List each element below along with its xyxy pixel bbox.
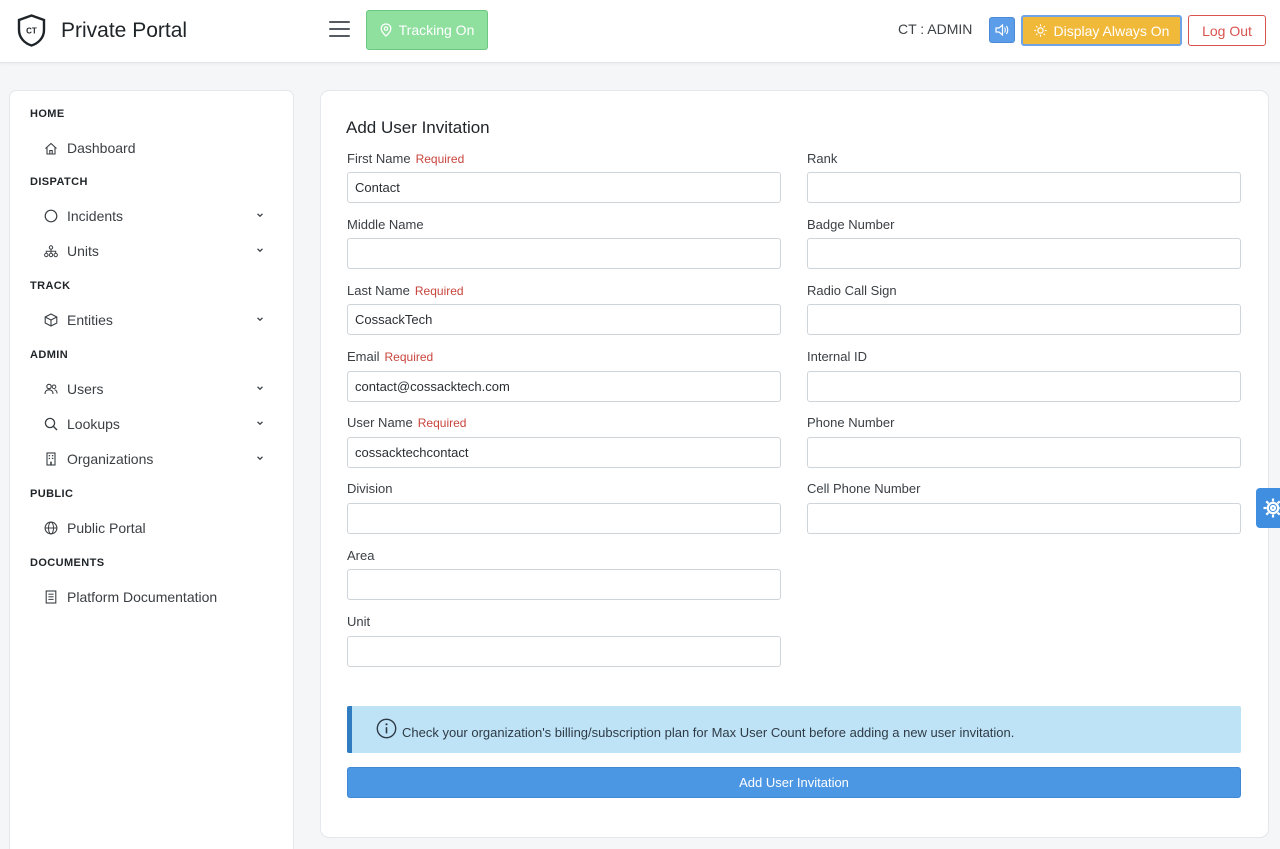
- circle-icon: [43, 208, 59, 224]
- top-header: CT Private Portal Tracking On CT : ADMIN: [0, 0, 1280, 63]
- sidebar-item-label: Organizations: [67, 451, 154, 467]
- location-pin-icon: [380, 23, 392, 37]
- required-indicator: Required: [415, 152, 465, 166]
- menu-icon[interactable]: [329, 21, 350, 39]
- info-icon: [376, 718, 397, 739]
- settings-tab[interactable]: [1256, 488, 1280, 528]
- document-icon: [43, 589, 59, 605]
- sidebar-item-public-portal[interactable]: Public Portal: [43, 516, 265, 540]
- required-indicator: Required: [417, 416, 467, 430]
- chevron-down-icon: [257, 213, 263, 218]
- last-name-label: Last Name Required: [347, 283, 464, 298]
- sidebar-item-platform-documentation[interactable]: Platform Documentation: [43, 585, 265, 609]
- tracking-label: Tracking On: [398, 22, 475, 38]
- chevron-down-icon: [257, 386, 263, 391]
- sound-button[interactable]: [989, 17, 1015, 43]
- gear-icon: [1263, 498, 1280, 518]
- last-name-input[interactable]: [347, 304, 781, 335]
- phone-number-input[interactable]: [807, 437, 1241, 468]
- display-always-on-button[interactable]: Display Always On: [1021, 15, 1182, 46]
- area-input[interactable]: [347, 569, 781, 600]
- sidebar: HOME Dashboard DISPATCH Incidents Units …: [9, 90, 294, 849]
- chevron-down-icon: [257, 456, 263, 461]
- section-title-documents: DOCUMENTS: [30, 557, 105, 569]
- section-title-track: TRACK: [30, 280, 71, 292]
- tracking-button[interactable]: Tracking On: [366, 10, 488, 50]
- sidebar-item-label: Dashboard: [67, 140, 136, 156]
- speaker-icon: [995, 24, 1009, 36]
- box-icon: [43, 312, 59, 328]
- email-label: Email Required: [347, 349, 434, 364]
- cell-phone-number-input[interactable]: [807, 503, 1241, 534]
- internal-id-input[interactable]: [807, 371, 1241, 402]
- section-title-dispatch: DISPATCH: [30, 176, 88, 188]
- section-title-public: PUBLIC: [30, 488, 74, 500]
- info-alert: Check your organization's billing/subscr…: [347, 706, 1241, 753]
- hierarchy-icon: [43, 243, 59, 259]
- sidebar-item-label: Incidents: [67, 208, 124, 224]
- sidebar-item-lookups[interactable]: Lookups: [43, 412, 265, 436]
- sidebar-item-organizations[interactable]: Organizations: [43, 447, 265, 471]
- radio-call-sign-label: Radio Call Sign: [807, 283, 897, 298]
- sidebar-item-users[interactable]: Users: [43, 377, 265, 401]
- building-icon: [43, 451, 59, 467]
- users-icon: [43, 381, 59, 397]
- badge-number-label: Badge Number: [807, 217, 895, 232]
- division-label: Division: [347, 481, 393, 496]
- area-label: Area: [347, 548, 375, 563]
- shield-logo-icon[interactable]: CT: [17, 14, 46, 47]
- user-name-input[interactable]: [347, 437, 781, 468]
- unit-input[interactable]: [347, 636, 781, 667]
- sidebar-item-incidents[interactable]: Incidents: [43, 204, 265, 228]
- unit-label: Unit: [347, 614, 371, 629]
- section-title-admin: ADMIN: [30, 349, 69, 361]
- add-user-invitation-button[interactable]: Add User Invitation: [347, 767, 1241, 798]
- user-name-label: User Name Required: [347, 415, 467, 430]
- radio-call-sign-input[interactable]: [807, 304, 1241, 335]
- cell-phone-number-label: Cell Phone Number: [807, 481, 921, 496]
- sidebar-item-label: Users: [67, 381, 104, 397]
- middle-name-input[interactable]: [347, 238, 781, 269]
- sidebar-item-label: Entities: [67, 312, 113, 328]
- logo-text: CT: [26, 27, 37, 36]
- first-name-input[interactable]: [347, 172, 781, 203]
- home-icon: [43, 140, 59, 156]
- chevron-down-icon: [257, 421, 263, 426]
- form-title: Add User Invitation: [346, 118, 490, 137]
- required-indicator: Required: [414, 284, 464, 298]
- internal-id-label: Internal ID: [807, 349, 867, 364]
- email-input[interactable]: [347, 371, 781, 402]
- rank-label: Rank: [807, 151, 838, 166]
- display-always-on-label: Display Always On: [1053, 22, 1170, 39]
- sidebar-item-dashboard[interactable]: Dashboard: [43, 136, 265, 160]
- middle-name-label: Middle Name: [347, 217, 424, 232]
- sidebar-item-entities[interactable]: Entities: [43, 308, 265, 332]
- section-title-home: HOME: [30, 108, 65, 120]
- alert-text: Check your organization's billing/subscr…: [402, 725, 1015, 740]
- sidebar-item-label: Units: [67, 243, 99, 259]
- sidebar-item-label: Platform Documentation: [67, 589, 218, 605]
- sun-icon: [1033, 24, 1047, 37]
- badge-number-input[interactable]: [807, 238, 1241, 269]
- chevron-down-icon: [257, 248, 263, 253]
- chevron-down-icon: [257, 317, 263, 322]
- search-icon: [43, 416, 59, 432]
- rank-input[interactable]: [807, 172, 1241, 203]
- sidebar-item-label: Public Portal: [67, 520, 146, 536]
- division-input[interactable]: [347, 503, 781, 534]
- phone-number-label: Phone Number: [807, 415, 895, 430]
- current-user-label: CT : ADMIN: [898, 21, 973, 37]
- globe-icon: [43, 520, 59, 536]
- sidebar-item-units[interactable]: Units: [43, 239, 265, 263]
- app-title: Private Portal: [61, 19, 188, 42]
- logout-button[interactable]: Log Out: [1188, 15, 1266, 46]
- sidebar-item-label: Lookups: [67, 416, 120, 432]
- first-name-label: First Name Required: [347, 151, 465, 166]
- required-indicator: Required: [384, 350, 434, 364]
